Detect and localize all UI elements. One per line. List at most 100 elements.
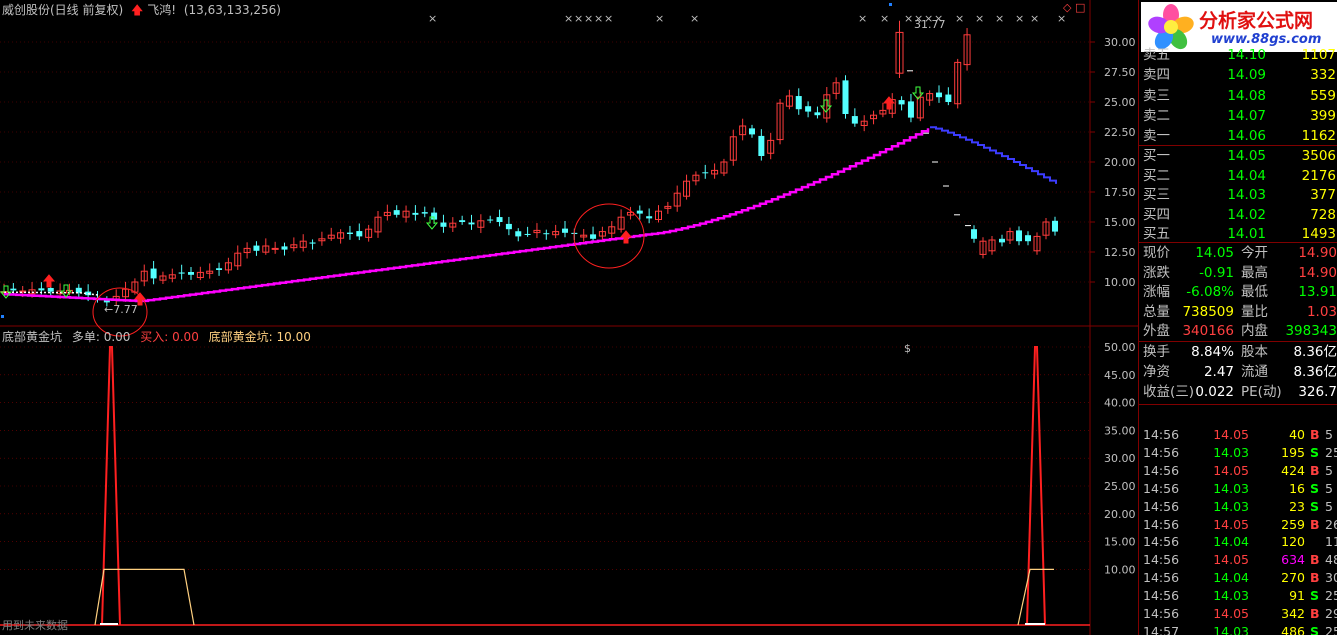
bid-volume: 728 [1310,206,1336,223]
tick-row[interactable]: 14:57 14.03 486 S 25 [1139,623,1337,635]
candle-body [971,229,977,239]
stat-value: -6.08% [1186,284,1234,301]
ask-price: 14.07 [1227,107,1266,124]
logo-brand: 分析家公式网 [1199,10,1314,32]
tick-volume: 342 [1281,606,1305,621]
sub-y-tick-label: 15.00 [1104,536,1136,549]
stat-value: 14.90 [1298,264,1337,281]
stat-row: 净资 2.47 流通 8.36亿 [1139,362,1337,382]
y-tick-label: 10.00 [1104,276,1136,289]
bid-row[interactable]: 买三 14.03 377 [1139,185,1337,205]
signal-marker: × [934,12,943,25]
pit-line [1017,568,1054,626]
signal-marker: × [594,12,603,25]
bid-label: 买一 [1143,148,1170,164]
stat-label: 换手 [1143,344,1170,360]
candle-body [515,231,522,237]
tick-count: 48 [1325,552,1337,568]
stat-label: 流通 [1241,364,1268,380]
signal-marker: × [858,12,867,25]
signal-dot [889,3,892,6]
tick-row[interactable]: 14:56 14.05 634 B 48 [1139,551,1337,569]
tick-row[interactable]: 14:56 14.03 16 S 5 [1139,480,1337,498]
ask-price: 14.08 [1227,87,1266,104]
stat-value: 738509 [1182,303,1234,320]
sub-y-tick-label: 20.00 [1104,508,1136,521]
candle-body [524,233,531,235]
candle-body [47,288,54,292]
tick-volume: 259 [1281,516,1305,532]
tick-price: 14.04 [1213,570,1249,586]
ask-volume: 1107 [1301,47,1336,63]
ask-label: 卖三 [1143,87,1170,104]
sub-y-tick-label: 35.00 [1104,424,1136,437]
bid-price: 14.04 [1227,167,1266,184]
candle-body [636,210,643,214]
stat-row: 现价 14.05 今开 14.90 [1139,243,1337,263]
tick-row[interactable]: 14:56 14.05 40 B 5 [1139,426,1337,444]
bid-row[interactable]: 买二 14.04 2176 [1139,166,1337,186]
tick-row[interactable]: 14:56 14.03 23 S 5 [1139,498,1337,516]
tick-volume: 91 [1289,588,1305,604]
ask-row[interactable]: 卖一 14.06 1162 [1139,126,1337,146]
tick-count: 26 [1325,516,1337,532]
tick-row[interactable]: 14:56 14.03 91 S 25 [1139,587,1337,605]
chart-menu-icons[interactable]: ◇ □ [1063,1,1085,14]
ask-row[interactable]: 卖三 14.08 559 [1139,86,1337,106]
tick-price: 14.05 [1213,462,1249,478]
tick-count: 5 [1325,427,1333,442]
indicator-params: (13,63,133,256) [183,3,281,17]
tick-row[interactable]: 14:56 14.03 195 S 25 [1139,444,1337,462]
future-data-note: 用到未来数据 [2,619,68,632]
bid-label: 买五 [1143,226,1170,242]
stat-label: 涨幅 [1143,284,1170,301]
y-tick-label: 12.50 [1104,246,1136,259]
candle-body [936,92,942,98]
signal-marker: × [690,12,699,25]
tick-time: 14:57 [1143,623,1180,635]
kline-chart[interactable]: 30.00 27.50 25.00 22.50 20.00 17.50 15.00 12.50… [0,0,1138,635]
stat-label: 总量 [1143,303,1170,320]
signal-marker: × [975,12,984,25]
bid-price: 14.01 [1227,226,1266,242]
buy-arrow-icon [42,274,56,288]
candle-body [440,222,447,227]
tick-price: 14.05 [1213,516,1249,532]
tick-count: 25 [1325,588,1337,604]
ask-row[interactable]: 卖二 14.07 399 [1139,106,1337,126]
tick-time: 14:56 [1143,444,1180,460]
chart-area[interactable]: 30.00 27.50 25.00 22.50 20.00 17.50 15.00 12.50… [0,0,1138,635]
stat-value: 8.36亿 [1293,364,1337,380]
tick-price: 14.03 [1213,444,1249,460]
tick-row[interactable]: 14:56 14.04 270 B 30 [1139,569,1337,587]
tick-flag: S [1310,444,1320,460]
stat-row: 涨跌 -0.91 最高 14.90 [1139,263,1337,283]
tick-row[interactable]: 14:56 14.05 424 B 5 [1139,462,1337,480]
tick-count: 29 [1325,606,1337,621]
signal-marker: × [1015,12,1024,25]
tick-count: 25 [1325,623,1337,635]
ask-volume: 1162 [1301,128,1336,145]
candle-body [795,96,802,110]
sub-y-tick-label: 10.00 [1104,563,1136,576]
tick-volume: 634 [1281,552,1305,568]
signal-marker: × [604,12,613,25]
y-tick-label: 17.50 [1104,186,1136,199]
tick-row[interactable]: 14:56 14.05 342 B 29 [1139,605,1337,623]
ask-row[interactable]: 卖五 14.10 1107 [1139,45,1337,65]
tick-row[interactable]: 14:56 14.05 259 B 26 [1139,516,1337,534]
moving-average-line [4,128,930,303]
tick-row[interactable]: 14:56 14.04 120 11 [1139,533,1337,551]
candle-body [543,233,550,235]
stat-label: PE(动) [1241,384,1282,400]
signal-marker: × [914,12,923,25]
tick-flag: B [1310,516,1320,532]
bid-row[interactable]: 买四 14.02 728 [1139,205,1337,225]
bid-row[interactable]: 买一 14.05 3506 [1139,146,1337,166]
ask-row[interactable]: 卖四 14.09 332 [1139,65,1337,85]
signal-marker: × [655,12,664,25]
ask-volume: 559 [1310,87,1336,104]
candle-body [459,220,466,222]
candle-body [842,80,849,114]
candle-body [851,116,858,124]
